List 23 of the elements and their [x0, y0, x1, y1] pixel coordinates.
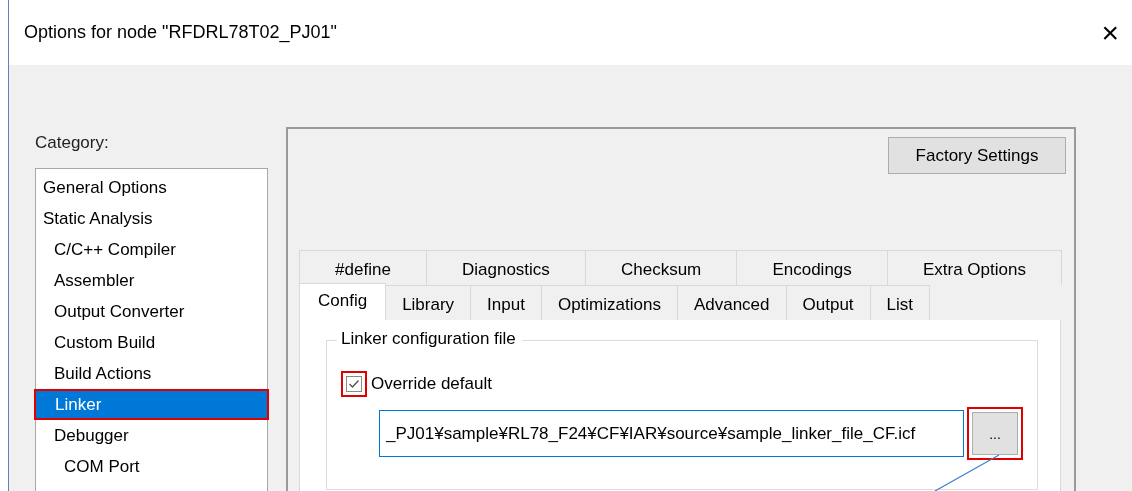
checkbox[interactable] — [341, 371, 367, 397]
category-item[interactable]: General Options — [37, 172, 266, 203]
window-title: Options for node "RFDRL78T02_PJ01" — [24, 22, 337, 43]
category-item[interactable]: Output Converter — [37, 296, 266, 327]
category-label: Category: — [35, 133, 110, 154]
category-item[interactable]: Linker — [34, 389, 269, 420]
tab[interactable]: Config — [299, 283, 387, 320]
category-item[interactable]: Assembler — [37, 265, 266, 296]
category-item[interactable]: Custom Build — [37, 327, 266, 358]
category-item[interactable]: C/C++ Compiler — [37, 234, 266, 265]
category-item[interactable]: COM Port — [37, 451, 266, 482]
category-item[interactable]: Build Actions — [37, 358, 266, 389]
tab[interactable]: List — [869, 285, 931, 320]
tab[interactable]: Extra Options — [886, 250, 1062, 285]
category-item[interactable]: Debugger — [37, 420, 266, 451]
group-title: Linker configuration file — [337, 329, 522, 349]
checkbox-label: Override default — [371, 374, 492, 394]
path-input-field[interactable]: _PJ01¥sample¥RL78_F24¥CF¥IAR¥source¥sample_linker_file_CF.icf — [379, 410, 964, 457]
browse-button[interactable]: ... — [967, 407, 1023, 460]
tab[interactable]: #define — [299, 250, 427, 285]
category-item[interactable]: Static Analysis — [37, 203, 266, 234]
factory-settings-button[interactable]: Factory Settings — [888, 137, 1066, 174]
close-button[interactable]: × — [1101, 17, 1119, 48]
